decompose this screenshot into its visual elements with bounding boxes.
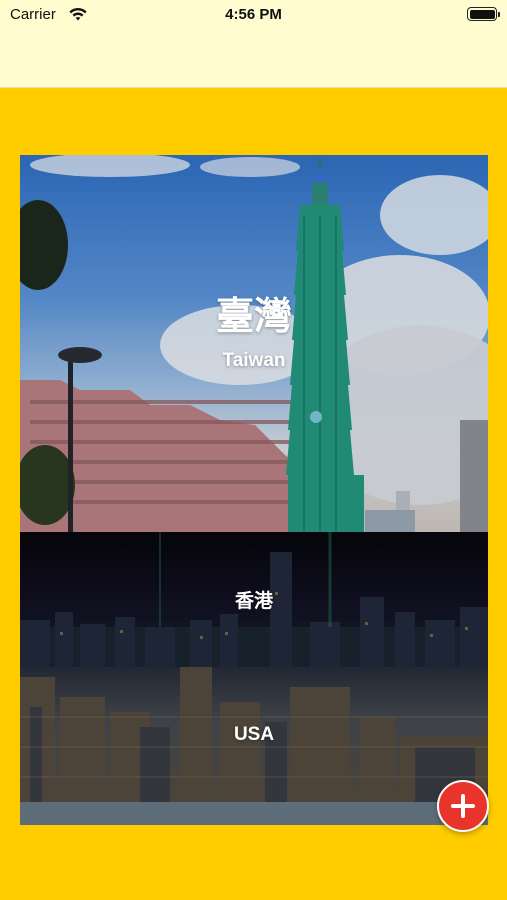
list-item-usa[interactable]: USA — [20, 667, 488, 802]
list-item-hongkong[interactable]: 香港 — [20, 532, 488, 667]
region-subtitle-taiwan: Taiwan — [222, 350, 286, 371]
battery-icon — [467, 7, 500, 21]
clock: 4:56 PM — [225, 6, 282, 23]
navigation-bar: Carrier 4:56 PM — [0, 0, 507, 88]
region-title-usa: USA — [233, 723, 275, 745]
region-title-taiwan: 臺灣 — [215, 296, 292, 338]
list-item-partial[interactable] — [20, 802, 488, 825]
region-list[interactable]: 臺灣 Taiwan 香港 USA — [20, 155, 488, 825]
status-bar: Carrier 4:56 PM — [0, 0, 507, 30]
list-item-taiwan[interactable]: 臺灣 Taiwan — [20, 155, 488, 532]
plus-icon — [451, 794, 475, 818]
main-content: 臺灣 Taiwan 香港 USA — [0, 88, 507, 900]
add-button[interactable] — [437, 780, 489, 832]
region-title-hongkong: 香港 — [234, 591, 273, 612]
